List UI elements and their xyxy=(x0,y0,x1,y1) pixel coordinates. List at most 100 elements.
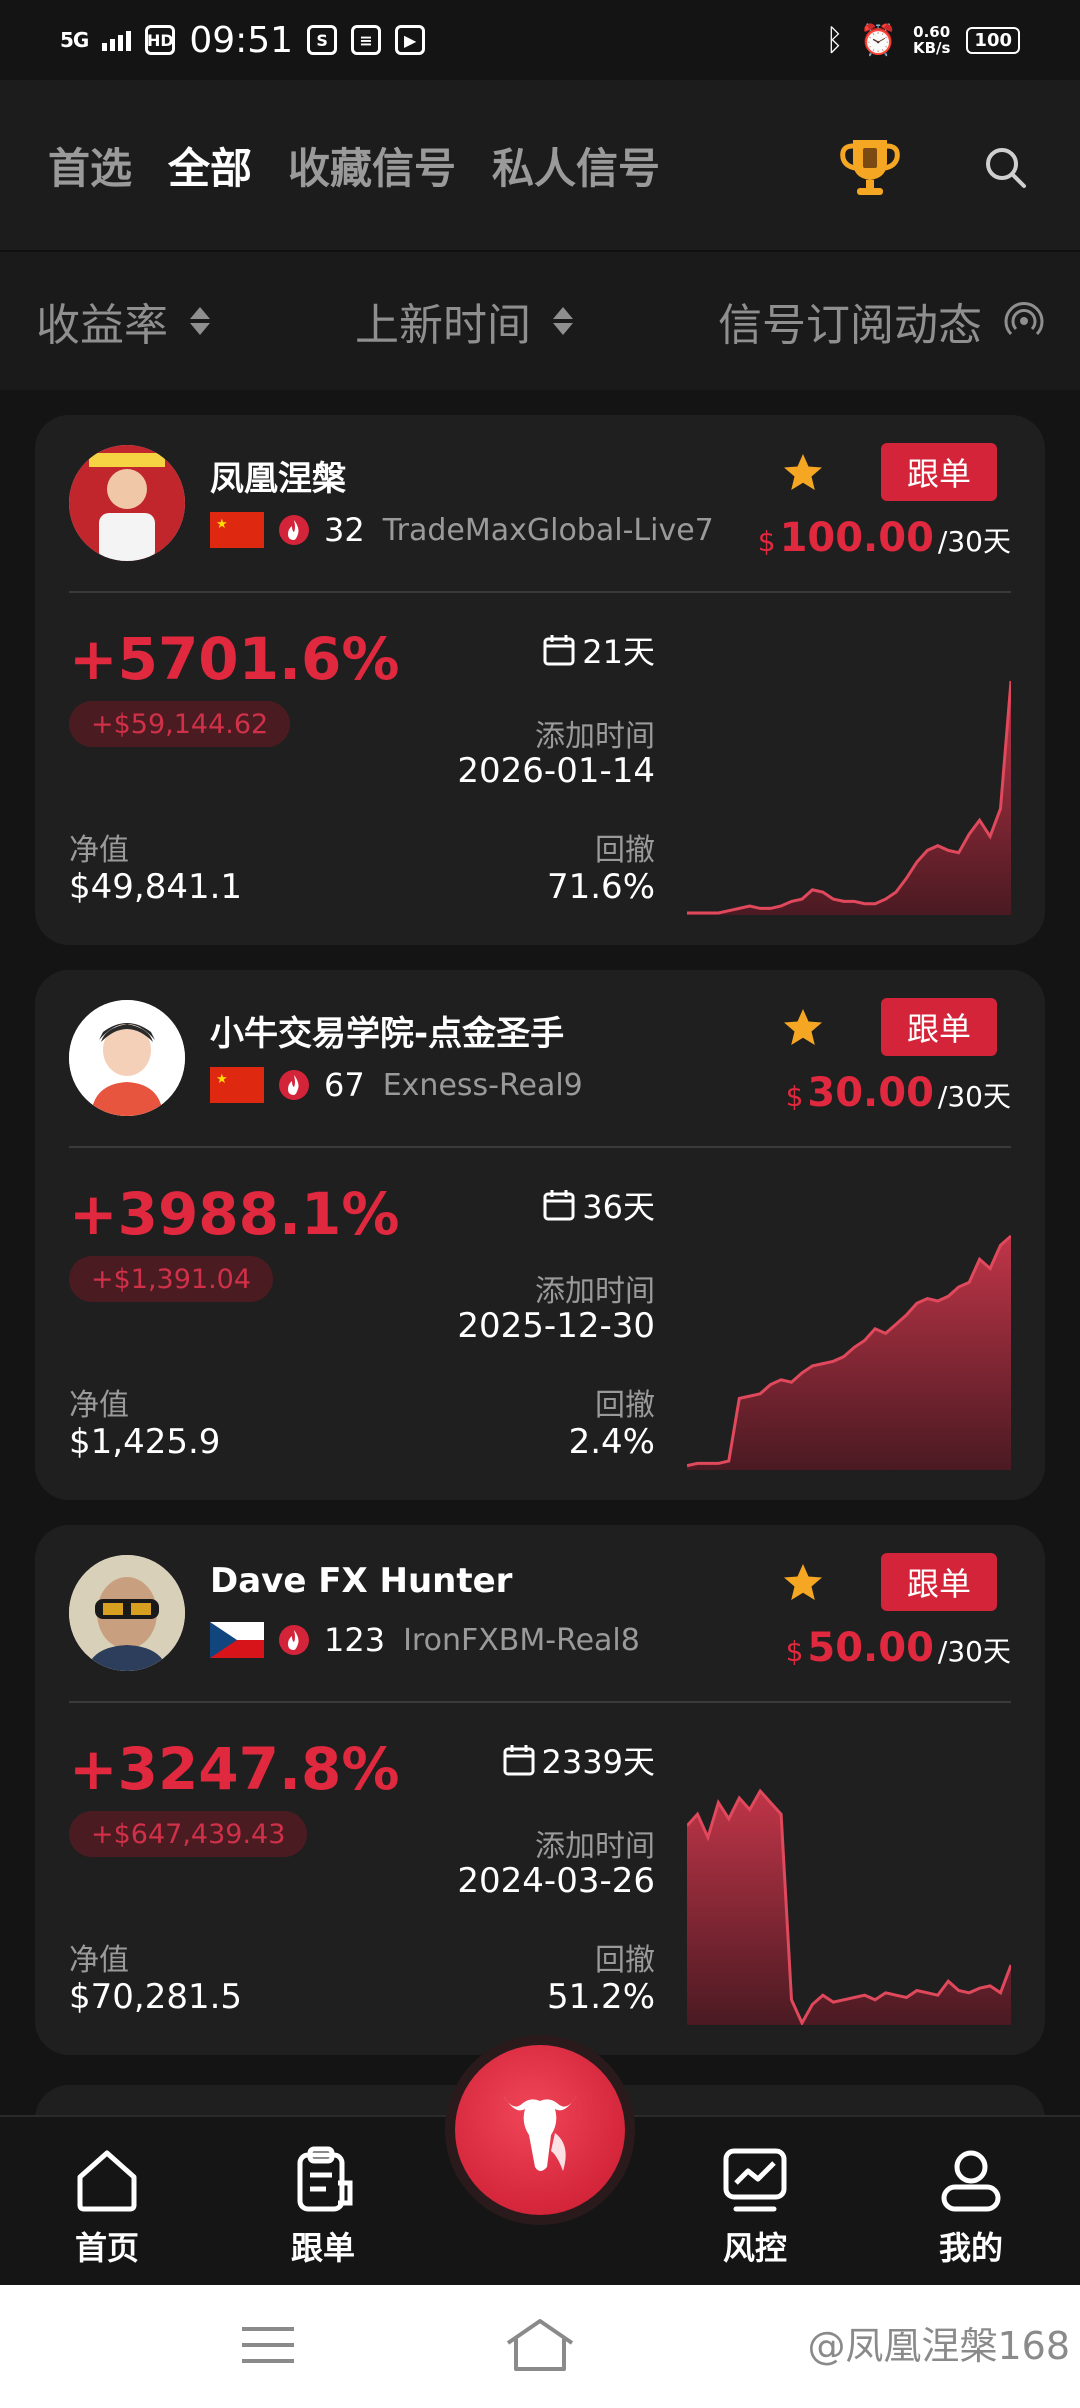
signal-card[interactable]: 小牛交易学院-点金圣手 ★ 67 Exness-Real9 跟单 $ 30.00… xyxy=(35,970,1045,1500)
flame-icon xyxy=(279,515,309,545)
equity-curve-chart xyxy=(687,1788,1011,2025)
nav-follow[interactable]: 跟单 xyxy=(263,2143,383,2269)
svg-text:★: ★ xyxy=(216,1072,228,1087)
menu-icon[interactable] xyxy=(240,2325,296,2365)
running-days: 21天 xyxy=(542,627,655,673)
sort-roi[interactable]: 收益率 xyxy=(36,289,210,353)
clipboard-icon xyxy=(297,2146,353,2212)
equity-label: 净值 xyxy=(69,833,129,868)
bluetooth-icon: ᛒ xyxy=(825,22,844,58)
signal-icon xyxy=(102,29,132,51)
sort-bar: 收益率 上新时间 信号订阅动态 xyxy=(0,250,1080,390)
avatar xyxy=(69,445,185,561)
nav-home[interactable]: 首页 xyxy=(47,2143,167,2269)
flame-icon xyxy=(279,1070,309,1100)
home-icon xyxy=(77,2150,137,2212)
user-icon xyxy=(941,2150,1001,2212)
chart-monitor-icon xyxy=(723,2148,787,2212)
broker-server: Exness-Real9 xyxy=(382,1067,583,1103)
heat-count: 67 xyxy=(324,1066,365,1104)
equity-label: 净值 xyxy=(69,1943,129,1978)
added-time-label: 添加时间 xyxy=(535,1274,655,1309)
nav-home-label: 首页 xyxy=(74,2229,139,2267)
subscription-price: $ 30.00 /30天 xyxy=(785,1070,1011,1116)
added-date: 2024-03-26 xyxy=(457,1861,655,1901)
tab-favorites[interactable]: 收藏信号 xyxy=(288,135,456,196)
calendar-icon xyxy=(543,1190,575,1221)
czech-flag-icon xyxy=(210,1622,264,1658)
drawdown-value: 2.4% xyxy=(568,1422,655,1462)
heat-count: 123 xyxy=(324,1621,386,1659)
equity-value: $70,281.5 xyxy=(69,1977,243,2017)
signal-name: 凤凰涅槃 xyxy=(210,459,346,499)
nav-profile-label: 我的 xyxy=(938,2229,1003,2267)
broadcast-icon xyxy=(1004,302,1044,336)
subscription-price: $ 50.00 /30天 xyxy=(785,1625,1011,1671)
divider xyxy=(69,1701,1011,1703)
equity-curve-area xyxy=(687,681,1011,915)
star-icon[interactable] xyxy=(781,1006,825,1050)
profit-badge: +$1,391.04 xyxy=(69,1256,274,1302)
drawdown-value: 71.6% xyxy=(546,867,655,907)
alarm-icon: ⏰ xyxy=(859,22,897,58)
equity-value: $49,841.1 xyxy=(69,867,243,907)
star-icon[interactable] xyxy=(781,1561,825,1605)
signal-card[interactable]: Dave FX Hunter 123 IronFXBM-Real8 跟单 $ 5… xyxy=(35,1525,1045,2055)
broker-server: TradeMaxGlobal-Live7 xyxy=(382,512,714,548)
hd-icon: HD xyxy=(145,25,176,55)
nav-profile[interactable]: 我的 xyxy=(911,2143,1031,2269)
system-nav-bar: @凤凰涅槃168 xyxy=(0,2285,1080,2408)
tab-preferred[interactable]: 首选 xyxy=(48,135,132,196)
signal-meta: 123 IronFXBM-Real8 xyxy=(210,1621,640,1659)
running-days: 2339天 xyxy=(502,1737,655,1783)
broker-server: IronFXBM-Real8 xyxy=(403,1622,640,1658)
star-icon[interactable] xyxy=(781,451,825,495)
profit-badge: +$647,439.43 xyxy=(69,1811,308,1857)
equity-curve-chart xyxy=(687,680,1011,915)
follow-button[interactable]: 跟单 xyxy=(881,998,997,1056)
net-speed: 0.60 KB/s xyxy=(912,23,951,57)
nav-risk-label: 风控 xyxy=(722,2229,787,2267)
status-right: ᛒ ⏰ 0.60 KB/s 100 xyxy=(826,23,1020,58)
status-left: 5G HD 09:51 S ≡ ▶ xyxy=(60,20,426,61)
china-flag-icon: ★ xyxy=(210,512,264,548)
added-time-label: 添加时间 xyxy=(535,719,655,754)
heat-count: 32 xyxy=(324,511,365,549)
avatar xyxy=(69,1555,185,1671)
roi-value: +3247.8% xyxy=(69,1735,400,1803)
roi-value: +3988.1% xyxy=(69,1180,400,1248)
signal-meta: ★ 67 Exness-Real9 xyxy=(210,1066,583,1104)
nav-follow-label: 跟单 xyxy=(290,2229,355,2267)
bull-logo-button[interactable] xyxy=(455,2045,625,2215)
signal-card[interactable]: 凤凰涅槃 ★ 32 TradeMaxGlobal-Live7 跟单 $ 100.… xyxy=(35,415,1045,945)
subscription-feed-label: 信号订阅动态 xyxy=(718,300,982,351)
drawdown-label: 回撤 xyxy=(595,833,655,868)
sort-newest[interactable]: 上新时间 xyxy=(355,289,573,353)
drawdown-label: 回撤 xyxy=(595,1388,655,1423)
subscription-feed[interactable]: 信号订阅动态 xyxy=(718,289,1044,353)
roi-value: +5701.6% xyxy=(69,625,400,693)
added-date: 2025-12-30 xyxy=(457,1306,655,1346)
signal-name: 小牛交易学院-点金圣手 xyxy=(210,1014,565,1054)
tab-all[interactable]: 全部 xyxy=(168,135,252,196)
follow-button[interactable]: 跟单 xyxy=(881,1553,997,1611)
equity-curve-chart xyxy=(687,1234,1011,1470)
divider xyxy=(69,591,1011,593)
price-amount: 100.00 xyxy=(779,515,934,561)
nav-risk[interactable]: 风控 xyxy=(695,2143,815,2269)
tab-private[interactable]: 私人信号 xyxy=(492,135,660,196)
added-time-label: 添加时间 xyxy=(535,1829,655,1864)
profit-badge: +$59,144.62 xyxy=(69,701,291,747)
subscription-price: $ 100.00 /30天 xyxy=(757,515,1011,561)
signal-meta: ★ 32 TradeMaxGlobal-Live7 xyxy=(210,511,714,549)
search-icon[interactable] xyxy=(980,142,1030,192)
drawdown-value: 51.2% xyxy=(546,1977,655,2017)
bull-icon xyxy=(503,2095,577,2171)
wallet-icon: ≡ xyxy=(351,25,382,55)
trophy-icon[interactable] xyxy=(835,132,905,202)
system-home-icon[interactable] xyxy=(502,2317,578,2373)
price-amount: 30.00 xyxy=(807,1070,934,1116)
follow-button[interactable]: 跟单 xyxy=(881,443,997,501)
avatar xyxy=(69,1000,185,1116)
china-flag-icon: ★ xyxy=(210,1067,264,1103)
